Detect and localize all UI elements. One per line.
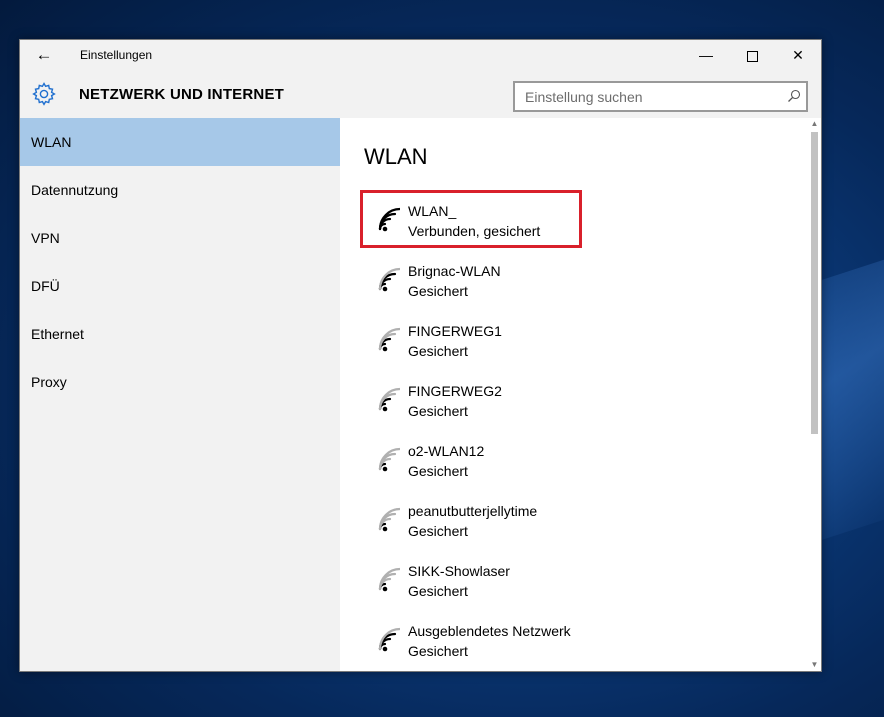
network-status: Gesichert <box>408 523 468 539</box>
section-title: WLAN <box>364 144 428 169</box>
scroll-thumb[interactable] <box>811 132 818 434</box>
sidebar: WLAN Datennutzung VPN DFÜ Ethernet Proxy <box>20 118 340 671</box>
network-name: Ausgeblendetes Netzwerk <box>408 623 571 639</box>
network-status: Gesichert <box>408 643 468 659</box>
network-item[interactable]: peanutbutterjellytime Gesichert <box>360 500 800 556</box>
settings-window: ← Einstellungen — ✕ NETZWERK UND INTERNE… <box>19 39 822 672</box>
sidebar-item-label: Datennutzung <box>31 182 119 198</box>
wifi-signal-icon <box>378 567 400 592</box>
network-status: Gesichert <box>408 403 468 419</box>
search-input[interactable] <box>515 83 785 110</box>
maximize-button[interactable] <box>729 40 775 70</box>
network-item[interactable]: FINGERWEG2 Gesichert <box>360 380 800 436</box>
network-name: FINGERWEG2 <box>408 383 502 399</box>
sidebar-item-ethernet[interactable]: Ethernet <box>20 310 340 358</box>
vertical-scrollbar[interactable]: ▲ ▼ <box>808 118 821 671</box>
wifi-signal-icon <box>378 387 400 412</box>
close-icon: ✕ <box>792 47 804 63</box>
sidebar-item-label: WLAN <box>31 134 72 150</box>
wifi-signal-icon <box>378 447 400 472</box>
search-icon[interactable] <box>787 89 801 103</box>
title-bar: ← Einstellungen — ✕ <box>20 40 821 70</box>
window-title: Einstellungen <box>80 48 153 62</box>
page-title: NETZWERK UND INTERNET <box>79 86 285 103</box>
network-status: Gesichert <box>408 343 468 359</box>
sidebar-item-wlan[interactable]: WLAN <box>20 118 340 166</box>
network-name: WLAN_ <box>408 203 457 219</box>
sidebar-item-vpn[interactable]: VPN <box>20 214 340 262</box>
network-status: Gesichert <box>408 463 468 479</box>
gear-icon <box>32 82 56 106</box>
wifi-signal-icon <box>378 267 400 292</box>
network-name: FINGERWEG1 <box>408 323 502 339</box>
network-name: Brignac-WLAN <box>408 263 501 279</box>
minimize-button[interactable]: — <box>683 40 729 70</box>
scroll-up-icon[interactable]: ▲ <box>808 118 821 130</box>
network-item[interactable]: WLAN_ Verbunden, gesichert <box>360 200 800 256</box>
network-item[interactable]: Ausgeblendetes Netzwerk Gesichert <box>360 620 800 676</box>
wifi-signal-icon <box>378 507 400 532</box>
search-box <box>513 81 808 112</box>
sidebar-item-dfue[interactable]: DFÜ <box>20 262 340 310</box>
close-button[interactable]: ✕ <box>775 40 821 70</box>
network-name: SIKK-Showlaser <box>408 563 510 579</box>
network-status: Gesichert <box>408 283 468 299</box>
network-item[interactable]: SIKK-Showlaser Gesichert <box>360 560 800 616</box>
page-header: NETZWERK UND INTERNET <box>20 70 821 118</box>
network-name: peanutbutterjellytime <box>408 503 538 519</box>
sidebar-item-label: VPN <box>31 230 60 246</box>
network-item[interactable]: o2-WLAN12 Gesichert <box>360 440 800 496</box>
network-status: Gesichert <box>408 583 468 599</box>
network-name: o2-WLAN12 <box>408 443 485 459</box>
wifi-signal-icon <box>378 207 400 232</box>
sidebar-item-proxy[interactable]: Proxy <box>20 358 340 406</box>
network-status: Verbunden, gesichert <box>408 223 541 239</box>
scroll-down-icon[interactable]: ▼ <box>808 659 821 671</box>
sidebar-item-datennutzung[interactable]: Datennutzung <box>20 166 340 214</box>
back-arrow-icon[interactable]: ← <box>32 43 56 67</box>
maximize-icon <box>746 50 758 62</box>
sidebar-item-label: DFÜ <box>31 278 60 294</box>
network-item[interactable]: FINGERWEG1 Gesichert <box>360 320 800 376</box>
wifi-signal-icon <box>378 327 400 352</box>
network-item[interactable]: Brignac-WLAN Gesichert <box>360 260 800 316</box>
sidebar-item-label: Ethernet <box>31 326 84 342</box>
minimize-icon: — <box>699 47 713 63</box>
main-content: WLAN WLAN_ Verbunden, gesichert Brignac-… <box>340 118 821 671</box>
wifi-signal-icon <box>378 627 400 652</box>
sidebar-item-label: Proxy <box>31 374 67 390</box>
